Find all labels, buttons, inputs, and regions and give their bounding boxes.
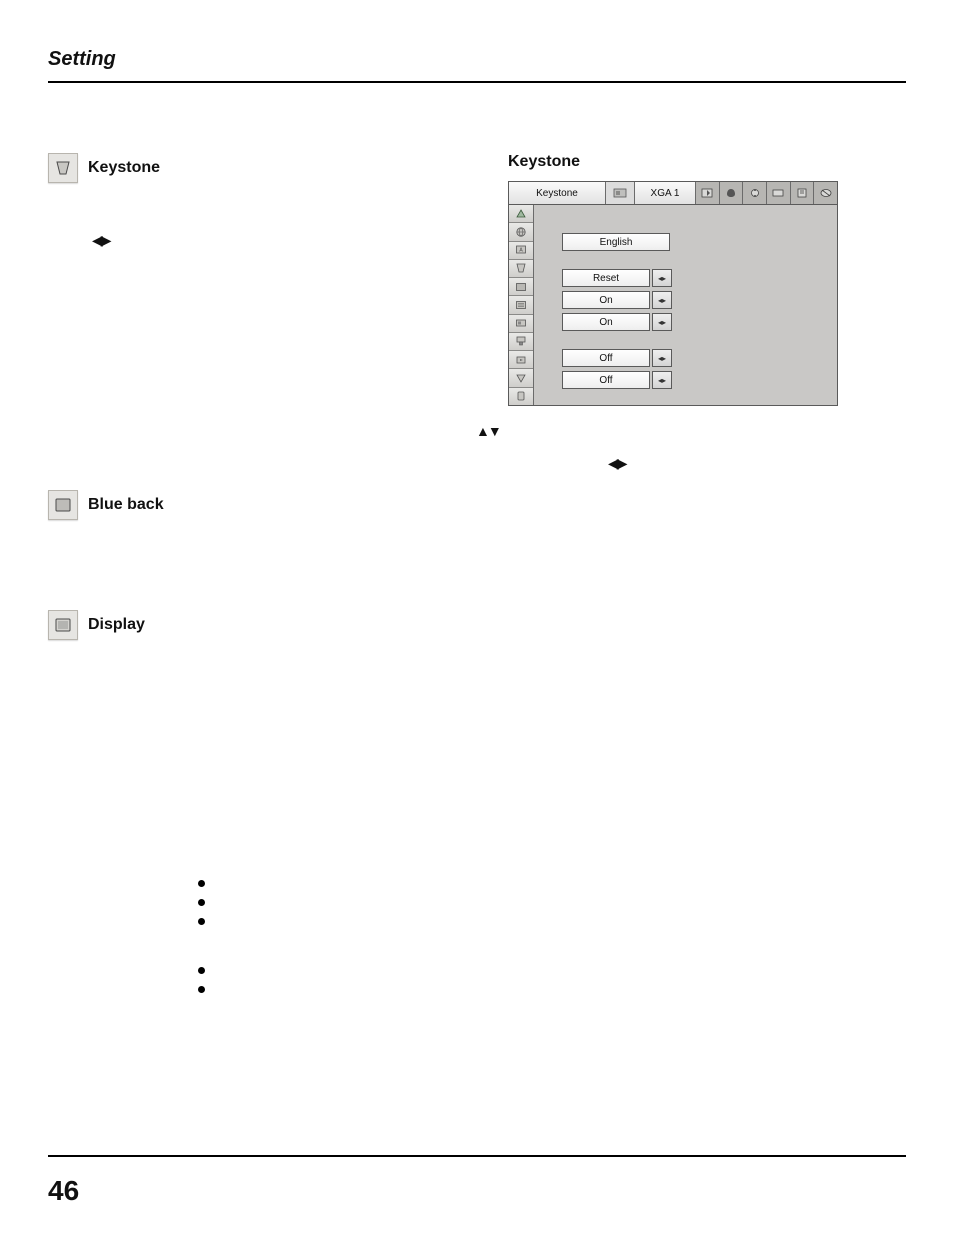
image-select-icon[interactable]	[719, 182, 743, 204]
bullet-icon	[198, 986, 205, 993]
image-adjust-icon[interactable]	[742, 182, 766, 204]
display-label: Display	[88, 616, 145, 634]
scroll-up-icon[interactable]	[509, 205, 533, 223]
bullet-icon	[198, 899, 205, 906]
point-left-right-icon: ◀▶	[608, 456, 626, 470]
osd-topbar: Keystone XGA 1	[508, 181, 838, 205]
language-icon[interactable]	[509, 223, 533, 241]
ceiling-icon[interactable]	[509, 333, 533, 351]
osd-row-keystone: Reset ◂▸	[562, 269, 829, 287]
pc-adjust-icon[interactable]	[696, 182, 719, 204]
osd-adjust-arrows-icon[interactable]: ◂▸	[652, 371, 672, 389]
osd-top-name: Keystone	[509, 182, 606, 204]
logo-icon[interactable]	[509, 315, 533, 333]
bullet-icon	[198, 918, 205, 925]
osd-adjust-arrows-icon[interactable]: ◂▸	[652, 313, 672, 331]
osd-rows: English Reset ◂▸ On ◂▸ On	[534, 205, 837, 405]
blueback-icon[interactable]	[509, 278, 533, 296]
right-column: Keystone Keystone XGA 1	[508, 153, 906, 1005]
page-number: 46	[48, 1175, 79, 1207]
left-column: Keystone ◀▶ Blue back	[48, 153, 488, 1005]
osd-row-blueback: On ◂▸	[562, 291, 829, 309]
osd-row-logo: Off ◂▸	[562, 349, 829, 367]
setting-icon[interactable]	[790, 182, 814, 204]
osd-keystone-value[interactable]: Reset	[562, 269, 650, 287]
page-section-title: Setting	[48, 48, 906, 71]
osd-adjust-arrows-icon[interactable]: ◂▸	[652, 349, 672, 367]
quit-icon[interactable]	[509, 388, 533, 405]
osd-blueback-value[interactable]: On	[562, 291, 650, 309]
keystone-heading: Keystone	[48, 153, 488, 183]
blueback-label: Blue back	[88, 496, 164, 514]
bullet-list	[198, 880, 488, 993]
display-heading: Display	[48, 610, 488, 640]
blueback-icon	[48, 490, 78, 520]
osd-language-value[interactable]: English	[562, 233, 670, 251]
osd-display-value[interactable]: On	[562, 313, 650, 331]
osd-title: Keystone	[508, 153, 906, 171]
point-left-right-icon: ◀▶	[92, 233, 110, 247]
rear-icon[interactable]	[509, 351, 533, 369]
osd-body: A	[508, 205, 838, 406]
scroll-down-icon[interactable]	[509, 369, 533, 387]
osd-top-system-icon[interactable]	[606, 182, 635, 204]
wireless-icon[interactable]	[813, 182, 837, 204]
osd-adjust-arrows-icon[interactable]: ◂▸	[652, 291, 672, 309]
header-rule	[48, 81, 906, 83]
display-icon	[48, 610, 78, 640]
screen-icon[interactable]	[766, 182, 790, 204]
osd-ceiling-value[interactable]: Off	[562, 371, 650, 389]
bullet-icon	[198, 880, 205, 887]
osd-logo-value[interactable]: Off	[562, 349, 650, 367]
point-up-down-icon: ▲▼	[476, 424, 500, 438]
bullet-icon	[198, 967, 205, 974]
osd-sidebar: A	[509, 205, 534, 405]
blueback-heading: Blue back	[48, 490, 488, 520]
keystone-label: Keystone	[88, 159, 160, 177]
osd-top-icons	[696, 182, 837, 204]
auto-setup-icon[interactable]: A	[509, 242, 533, 260]
display-icon[interactable]	[509, 296, 533, 314]
footer-rule	[48, 1155, 906, 1157]
osd-row-language: English	[562, 233, 829, 251]
osd-row-ceiling: Off ◂▸	[562, 371, 829, 389]
keystone-icon	[48, 153, 78, 183]
osd-menu: Keystone XGA 1	[508, 181, 838, 406]
osd-top-mode: XGA 1	[635, 182, 696, 204]
keystone-icon[interactable]	[509, 260, 533, 278]
osd-row-display: On ◂▸	[562, 313, 829, 331]
osd-adjust-arrows-icon[interactable]: ◂▸	[652, 269, 672, 287]
